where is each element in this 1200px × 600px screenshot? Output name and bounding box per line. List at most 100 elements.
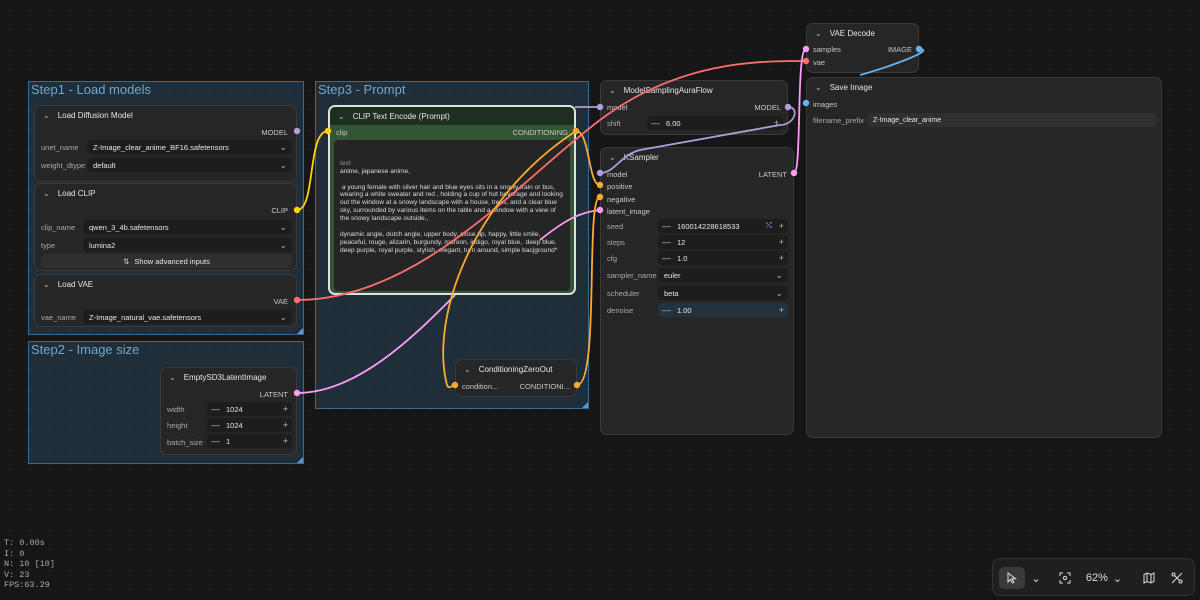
group-resize-handle[interactable]: [297, 328, 303, 334]
plus-icon[interactable]: +: [779, 221, 784, 231]
chevron-down-icon[interactable]: ⌄: [815, 83, 822, 92]
prompt-textarea[interactable]: text anime, japanese anime, a young femal…: [334, 140, 570, 291]
settings-sliders-icon: ⇅: [123, 256, 130, 266]
link-toggle-icon: [1171, 572, 1183, 584]
node-save-image[interactable]: ⌄ Save Image images filename_prefix Z-Ima…: [806, 77, 1162, 438]
weight-dtype-select[interactable]: default ⌄: [87, 158, 292, 172]
node-title: ConditioningZeroOut: [478, 364, 553, 374]
show-advanced-inputs-button[interactable]: ⇅ Show advanced inputs: [41, 254, 292, 268]
plus-icon[interactable]: +: [779, 253, 784, 263]
chevron-down-icon: ⌄: [279, 311, 287, 322]
widget-label: type: [41, 241, 56, 250]
chevron-down-icon[interactable]: ⌄: [338, 112, 345, 121]
widget-label: filename_prefix: [813, 116, 864, 125]
canvas-toolbar: ⌄ 62% ⌄: [992, 558, 1195, 596]
group-resize-handle[interactable]: [297, 457, 303, 463]
map-icon: [1143, 572, 1155, 584]
link-visibility-toggle-button[interactable]: [1165, 567, 1189, 589]
input-images-label: images: [813, 100, 838, 109]
randomize-icon[interactable]: ⤭: [766, 221, 772, 231]
node-load-clip[interactable]: ⌄ Load CLIP CLIP clip_name qwen_3_4b.safe…: [34, 183, 297, 271]
node-vae-decode[interactable]: ⌄ VAE Decode samples vae IMAGE: [806, 23, 919, 73]
chevron-down-icon[interactable]: ⌄: [43, 111, 50, 120]
zoom-control[interactable]: 62% ⌄: [1081, 567, 1127, 589]
clip-type-select[interactable]: lumina2 ⌄: [83, 238, 292, 252]
fit-view-button[interactable]: [1053, 567, 1077, 589]
output-model-label: MODEL: [754, 103, 781, 112]
node-load-diffusion-model[interactable]: ⌄ Load Diffusion Model MODEL unet_name Z-…: [34, 105, 297, 182]
plus-icon[interactable]: +: [283, 420, 288, 430]
denoise-slider[interactable]: — 1.00 +: [658, 303, 788, 317]
chevron-down-icon: ⌄: [279, 159, 287, 170]
sampler-name-select[interactable]: euler ⌄: [658, 268, 788, 282]
minus-icon[interactable]: —: [651, 118, 660, 128]
node-title: ModelSamplingAuraFlow: [623, 85, 713, 95]
cfg-number-input[interactable]: — 1.0 +: [658, 251, 788, 265]
group-resize-handle[interactable]: [582, 402, 588, 408]
minus-icon[interactable]: —: [211, 404, 220, 414]
widget-label: unet_name: [41, 143, 79, 152]
vae-name-select[interactable]: Z-Image_natural_vae.safetensors ⌄: [83, 310, 292, 324]
filename-prefix-input[interactable]: Z-Image_clear_anime: [867, 113, 1157, 127]
widget-label: clip_name: [41, 223, 76, 232]
node-conditioning-zero-out[interactable]: ⌄ ConditioningZeroOut condition... CONDIT…: [455, 359, 577, 397]
widget-label: steps: [607, 238, 625, 247]
input-negative-label: negative: [607, 195, 636, 204]
input-samples-label: samples: [813, 45, 841, 54]
minus-icon[interactable]: —: [211, 420, 220, 430]
fit-view-icon: [1059, 572, 1071, 584]
node-load-vae[interactable]: ⌄ Load VAE VAE vae_name Z-Image_natural_v…: [34, 274, 297, 327]
plus-icon[interactable]: +: [283, 436, 288, 446]
chevron-down-icon[interactable]: ⌄: [464, 365, 471, 374]
node-model-sampling-aura-flow[interactable]: ⌄ ModelSamplingAuraFlow model MODEL shift…: [600, 80, 788, 135]
scheduler-select[interactable]: beta ⌄: [658, 286, 788, 300]
shift-number-input[interactable]: — 6.00 +: [647, 116, 783, 130]
chevron-down-icon[interactable]: ⌄: [609, 153, 616, 162]
plus-icon[interactable]: +: [779, 305, 784, 315]
batch-size-number-input[interactable]: — 1 +: [207, 434, 292, 448]
minus-icon[interactable]: —: [662, 253, 671, 263]
input-vae-label: vae: [813, 58, 826, 67]
steps-number-input[interactable]: — 12 +: [658, 235, 788, 249]
node-empty-sd3-latent-image[interactable]: ⌄ EmptySD3LatentImage LATENT width — 1024…: [160, 367, 297, 455]
chevron-down-icon: ⌄: [775, 269, 783, 280]
node-title: Save Image: [829, 82, 873, 92]
group-title: Step1 - Load models: [31, 82, 151, 97]
stat-nodes: N: 10 [10]: [4, 559, 56, 569]
unet-name-select[interactable]: Z-Image_clear_anime_BF16.safetensors ⌄: [87, 140, 292, 154]
chevron-down-icon: ⌄: [279, 239, 287, 250]
node-ksampler[interactable]: ⌄ KSampler model positive negative latent…: [600, 147, 794, 435]
node-title: Load VAE: [57, 279, 94, 289]
minus-icon[interactable]: —: [662, 221, 671, 231]
widget-label: seed: [607, 222, 624, 231]
node-title: Load CLIP: [57, 188, 96, 198]
height-number-input[interactable]: — 1024 +: [207, 418, 292, 432]
plus-icon[interactable]: +: [283, 404, 288, 414]
zoom-level: 62%: [1085, 572, 1108, 584]
widget-label: height: [167, 421, 188, 430]
clip-name-select[interactable]: qwen_3_4b.safetensors ⌄: [83, 220, 292, 234]
minimap-toggle-button[interactable]: [1137, 567, 1161, 589]
chevron-down-icon[interactable]: ⌄: [43, 280, 50, 289]
seed-number-input[interactable]: — 160014228618533 ⤭ +: [658, 219, 788, 233]
stat-v: V: 23: [4, 569, 30, 580]
input-conditioning-label: condition...: [462, 382, 499, 391]
mode-dropdown-button[interactable]: ⌄: [1027, 567, 1045, 589]
plus-icon[interactable]: +: [774, 118, 779, 128]
pointer-icon: [1007, 572, 1017, 584]
node-clip-text-encode[interactable]: ⌄ CLIP Text Encode (Prompt) clip CONDITIO…: [328, 105, 576, 295]
chevron-down-icon[interactable]: ⌄: [609, 86, 616, 95]
minus-icon[interactable]: —: [211, 436, 220, 446]
width-number-input[interactable]: — 1024 +: [207, 402, 292, 416]
minus-icon[interactable]: —: [662, 237, 671, 247]
minus-icon[interactable]: —: [662, 305, 671, 315]
plus-icon[interactable]: +: [779, 237, 784, 247]
stat-i: I: 0: [4, 548, 25, 559]
chevron-down-icon[interactable]: ⌄: [815, 29, 822, 38]
select-mode-button[interactable]: [999, 567, 1025, 589]
chevron-down-icon: ⌄: [1031, 572, 1041, 585]
chevron-down-icon[interactable]: ⌄: [169, 373, 176, 382]
chevron-down-icon: ⌄: [279, 141, 287, 152]
output-clip-label: CLIP: [271, 206, 288, 215]
chevron-down-icon[interactable]: ⌄: [43, 189, 50, 198]
